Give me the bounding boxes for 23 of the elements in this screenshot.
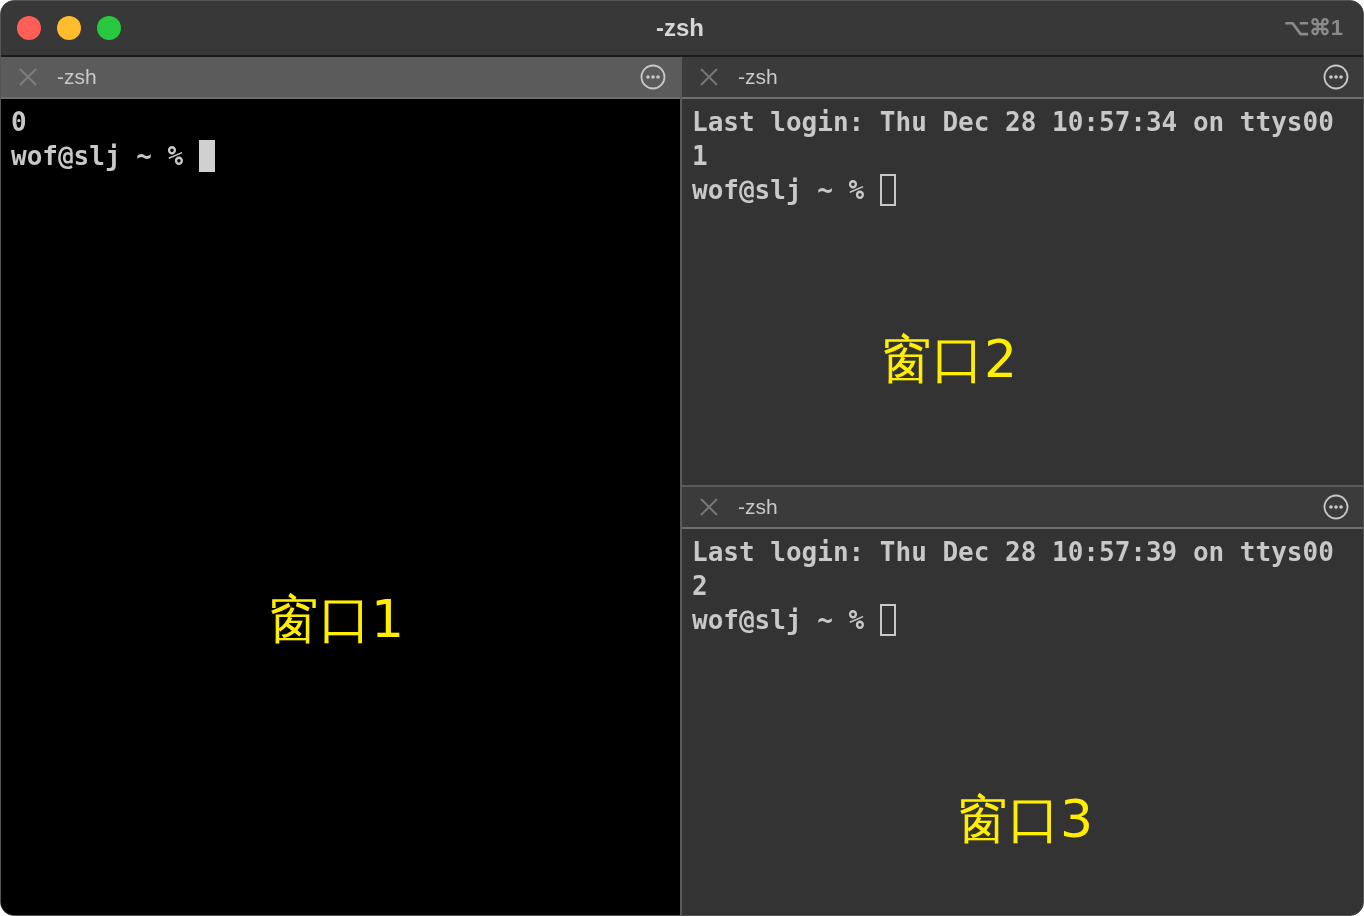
more-options-icon[interactable]	[640, 64, 666, 90]
minimize-button[interactable]	[57, 16, 81, 40]
terminal-output-line: 2	[692, 570, 708, 603]
terminal-output-line: Last login: Thu Dec 28 10:57:34 on ttys00	[692, 106, 1334, 139]
terminal-output-line: Last login: Thu Dec 28 10:57:39 on ttys00	[692, 536, 1334, 569]
terminal-output-line: 1	[692, 140, 708, 173]
more-options-icon[interactable]	[1323, 64, 1349, 90]
close-icon[interactable]	[698, 66, 720, 88]
shell-prompt: wof@slj ~ %	[692, 174, 865, 207]
pane-annotation: 窗口3	[956, 791, 1094, 849]
pane-tab[interactable]: -zsh	[682, 57, 1363, 99]
shell-prompt: wof@slj ~ %	[692, 604, 865, 637]
zoom-button[interactable]	[97, 16, 121, 40]
terminal-output-line: 0	[11, 106, 27, 139]
pane-annotation: 窗口1	[267, 591, 405, 649]
keyboard-shortcut: ⌥⌘1	[1282, 15, 1343, 41]
close-button[interactable]	[17, 16, 41, 40]
pane-tab[interactable]: -zsh	[682, 487, 1363, 529]
close-icon[interactable]	[698, 496, 720, 518]
more-options-icon[interactable]	[1323, 494, 1349, 520]
window-title: -zsh	[655, 14, 705, 42]
pane-annotation: 窗口2	[880, 331, 1018, 389]
shell-prompt: wof@slj ~ %	[11, 140, 184, 173]
